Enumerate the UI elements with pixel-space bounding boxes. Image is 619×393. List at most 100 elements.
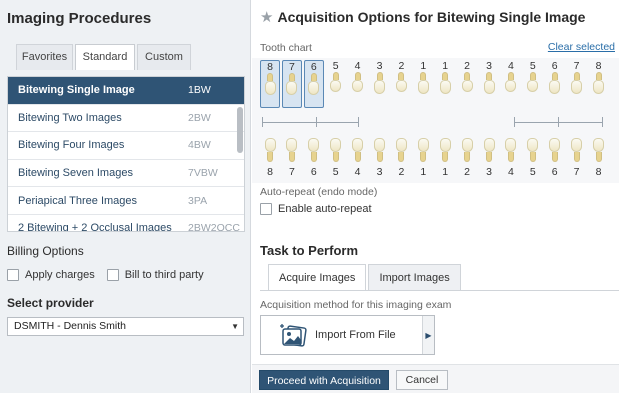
tooth-root (595, 72, 602, 80)
list-item[interactable]: Bitewing Single Image 1BW (8, 77, 244, 105)
list-scrollbar[interactable] (237, 107, 243, 153)
tooth-number: 7 (288, 166, 295, 178)
tooth-root (376, 152, 383, 162)
tooth-number: 7 (573, 60, 580, 72)
lower-tooth[interactable]: 6 (304, 136, 324, 180)
tooth-crown (308, 81, 320, 95)
tooth-root (486, 152, 492, 162)
list-item[interactable]: 2 Bitewing + 2 Occlusal Images 2BW2OCC (8, 215, 244, 232)
tab-custom[interactable]: Custom (137, 44, 191, 70)
upper-tooth[interactable]: 5 (523, 60, 543, 108)
tab-acquire-images[interactable]: Acquire Images (268, 264, 367, 290)
tooth-number: 2 (464, 60, 471, 72)
tooth-crown (264, 81, 276, 95)
auto-repeat-row: Enable auto-repeat (260, 203, 372, 215)
lower-tooth[interactable]: 7 (282, 136, 302, 180)
chevron-right-icon[interactable]: ▶ (422, 316, 434, 354)
upper-tooth[interactable]: 8 (260, 60, 280, 108)
tooth-root (354, 72, 361, 80)
tooth-number: 8 (595, 166, 602, 178)
lower-tooth[interactable]: 4 (501, 136, 521, 180)
upper-tooth[interactable]: 3 (479, 60, 499, 108)
procedure-code: 7VBW (188, 167, 218, 180)
tooth-crown (352, 80, 364, 92)
tooth-root (507, 152, 514, 162)
bite-bracket-tick (602, 117, 603, 127)
tooth-root (551, 152, 558, 162)
tooth-number: 8 (267, 166, 273, 178)
lower-tooth[interactable]: 5 (523, 136, 543, 180)
upper-tooth[interactable]: 5 (326, 60, 346, 108)
list-item[interactable]: Bitewing Seven Images 7VBW (8, 160, 244, 188)
lower-tooth[interactable]: 8 (589, 136, 609, 180)
bill-third-party-checkbox[interactable] (106, 269, 119, 281)
tab-favorites[interactable]: Favorites (16, 44, 73, 70)
tooth-number: 3 (486, 166, 492, 178)
upper-tooth[interactable]: 2 (457, 60, 477, 108)
list-item[interactable]: Bitewing Two Images 2BW (8, 105, 244, 133)
tooth-crown (374, 138, 385, 152)
upper-tooth[interactable]: 1 (435, 60, 455, 108)
tab-standard[interactable]: Standard (75, 44, 135, 70)
tab-import-images[interactable]: Import Images (368, 264, 461, 290)
upper-tooth[interactable]: 4 (348, 60, 368, 108)
list-item[interactable]: Bitewing Four Images 4BW (8, 132, 244, 160)
tooth-number: 4 (354, 166, 361, 178)
provider-value: DSMITH - Dennis Smith (14, 320, 127, 332)
clear-selected-link[interactable]: Clear selected (548, 41, 615, 53)
tooth-number: 3 (376, 166, 383, 178)
tooth-crown (483, 80, 495, 94)
lower-tooth[interactable]: 4 (348, 136, 368, 180)
enable-auto-repeat-checkbox[interactable] (260, 203, 272, 215)
tooth-crown (308, 138, 320, 152)
tooth-crown (549, 138, 561, 152)
acquisition-title: Acquisition Options for Bitewing Single … (277, 9, 586, 25)
tooth-chart-label: Tooth chart (260, 42, 312, 54)
tooth-crown (461, 138, 473, 152)
upper-tooth[interactable]: 7 (567, 60, 587, 108)
upper-tooth[interactable]: 8 (589, 60, 609, 108)
procedure-name: 2 Bitewing + 2 Occlusal Images (18, 222, 172, 232)
lower-tooth[interactable]: 2 (457, 136, 477, 180)
tooth-crown (527, 80, 539, 92)
billing-options-title: Billing Options (7, 244, 84, 258)
tab-divider (260, 290, 619, 291)
lower-tooth[interactable]: 7 (567, 136, 587, 180)
upper-tooth[interactable]: 2 (391, 60, 411, 108)
procedure-name: Bitewing Seven Images (18, 167, 133, 180)
list-item[interactable]: Periapical Three Images 3PA (8, 187, 244, 215)
image-import-icon (279, 323, 307, 347)
lower-tooth[interactable]: 3 (479, 136, 499, 180)
tooth-number: 5 (332, 60, 339, 72)
upper-tooth[interactable]: 7 (281, 60, 302, 108)
apply-charges-checkbox[interactable] (7, 269, 19, 281)
tooth-root (464, 152, 471, 162)
star-icon[interactable]: ★ (260, 8, 273, 26)
task-to-perform-title: Task to Perform (260, 243, 359, 258)
lower-tooth[interactable]: 8 (260, 136, 280, 180)
upper-tooth[interactable]: 3 (370, 60, 390, 108)
lower-tooth[interactable]: 6 (545, 136, 565, 180)
import-from-file-label: Import From File (315, 329, 396, 341)
proceed-button[interactable]: Proceed with Acquisition (259, 370, 389, 390)
tooth-crown (374, 80, 385, 94)
lower-tooth[interactable]: 3 (370, 136, 390, 180)
lower-tooth[interactable]: 2 (391, 136, 411, 180)
tooth-crown (395, 138, 407, 152)
procedure-code: 1BW (188, 84, 211, 97)
upper-tooth[interactable]: 6 (303, 60, 324, 108)
enable-auto-repeat-label: Enable auto-repeat (278, 203, 372, 215)
upper-tooth[interactable]: 4 (501, 60, 521, 108)
lower-tooth[interactable]: 1 (413, 136, 433, 180)
cancel-button[interactable]: Cancel (396, 370, 448, 390)
tooth-root (288, 73, 295, 81)
upper-tooth[interactable]: 1 (413, 60, 433, 108)
tooth-number: 6 (310, 61, 317, 73)
upper-tooth[interactable]: 6 (545, 60, 565, 108)
lower-tooth[interactable]: 5 (326, 136, 346, 180)
lower-tooth[interactable]: 1 (435, 136, 455, 180)
provider-select[interactable]: DSMITH - Dennis Smith ▼ (7, 317, 244, 336)
import-from-file-button[interactable]: Import From File ▶ (260, 315, 435, 355)
tooth-number: 4 (354, 60, 361, 72)
tooth-number: 1 (420, 166, 427, 178)
